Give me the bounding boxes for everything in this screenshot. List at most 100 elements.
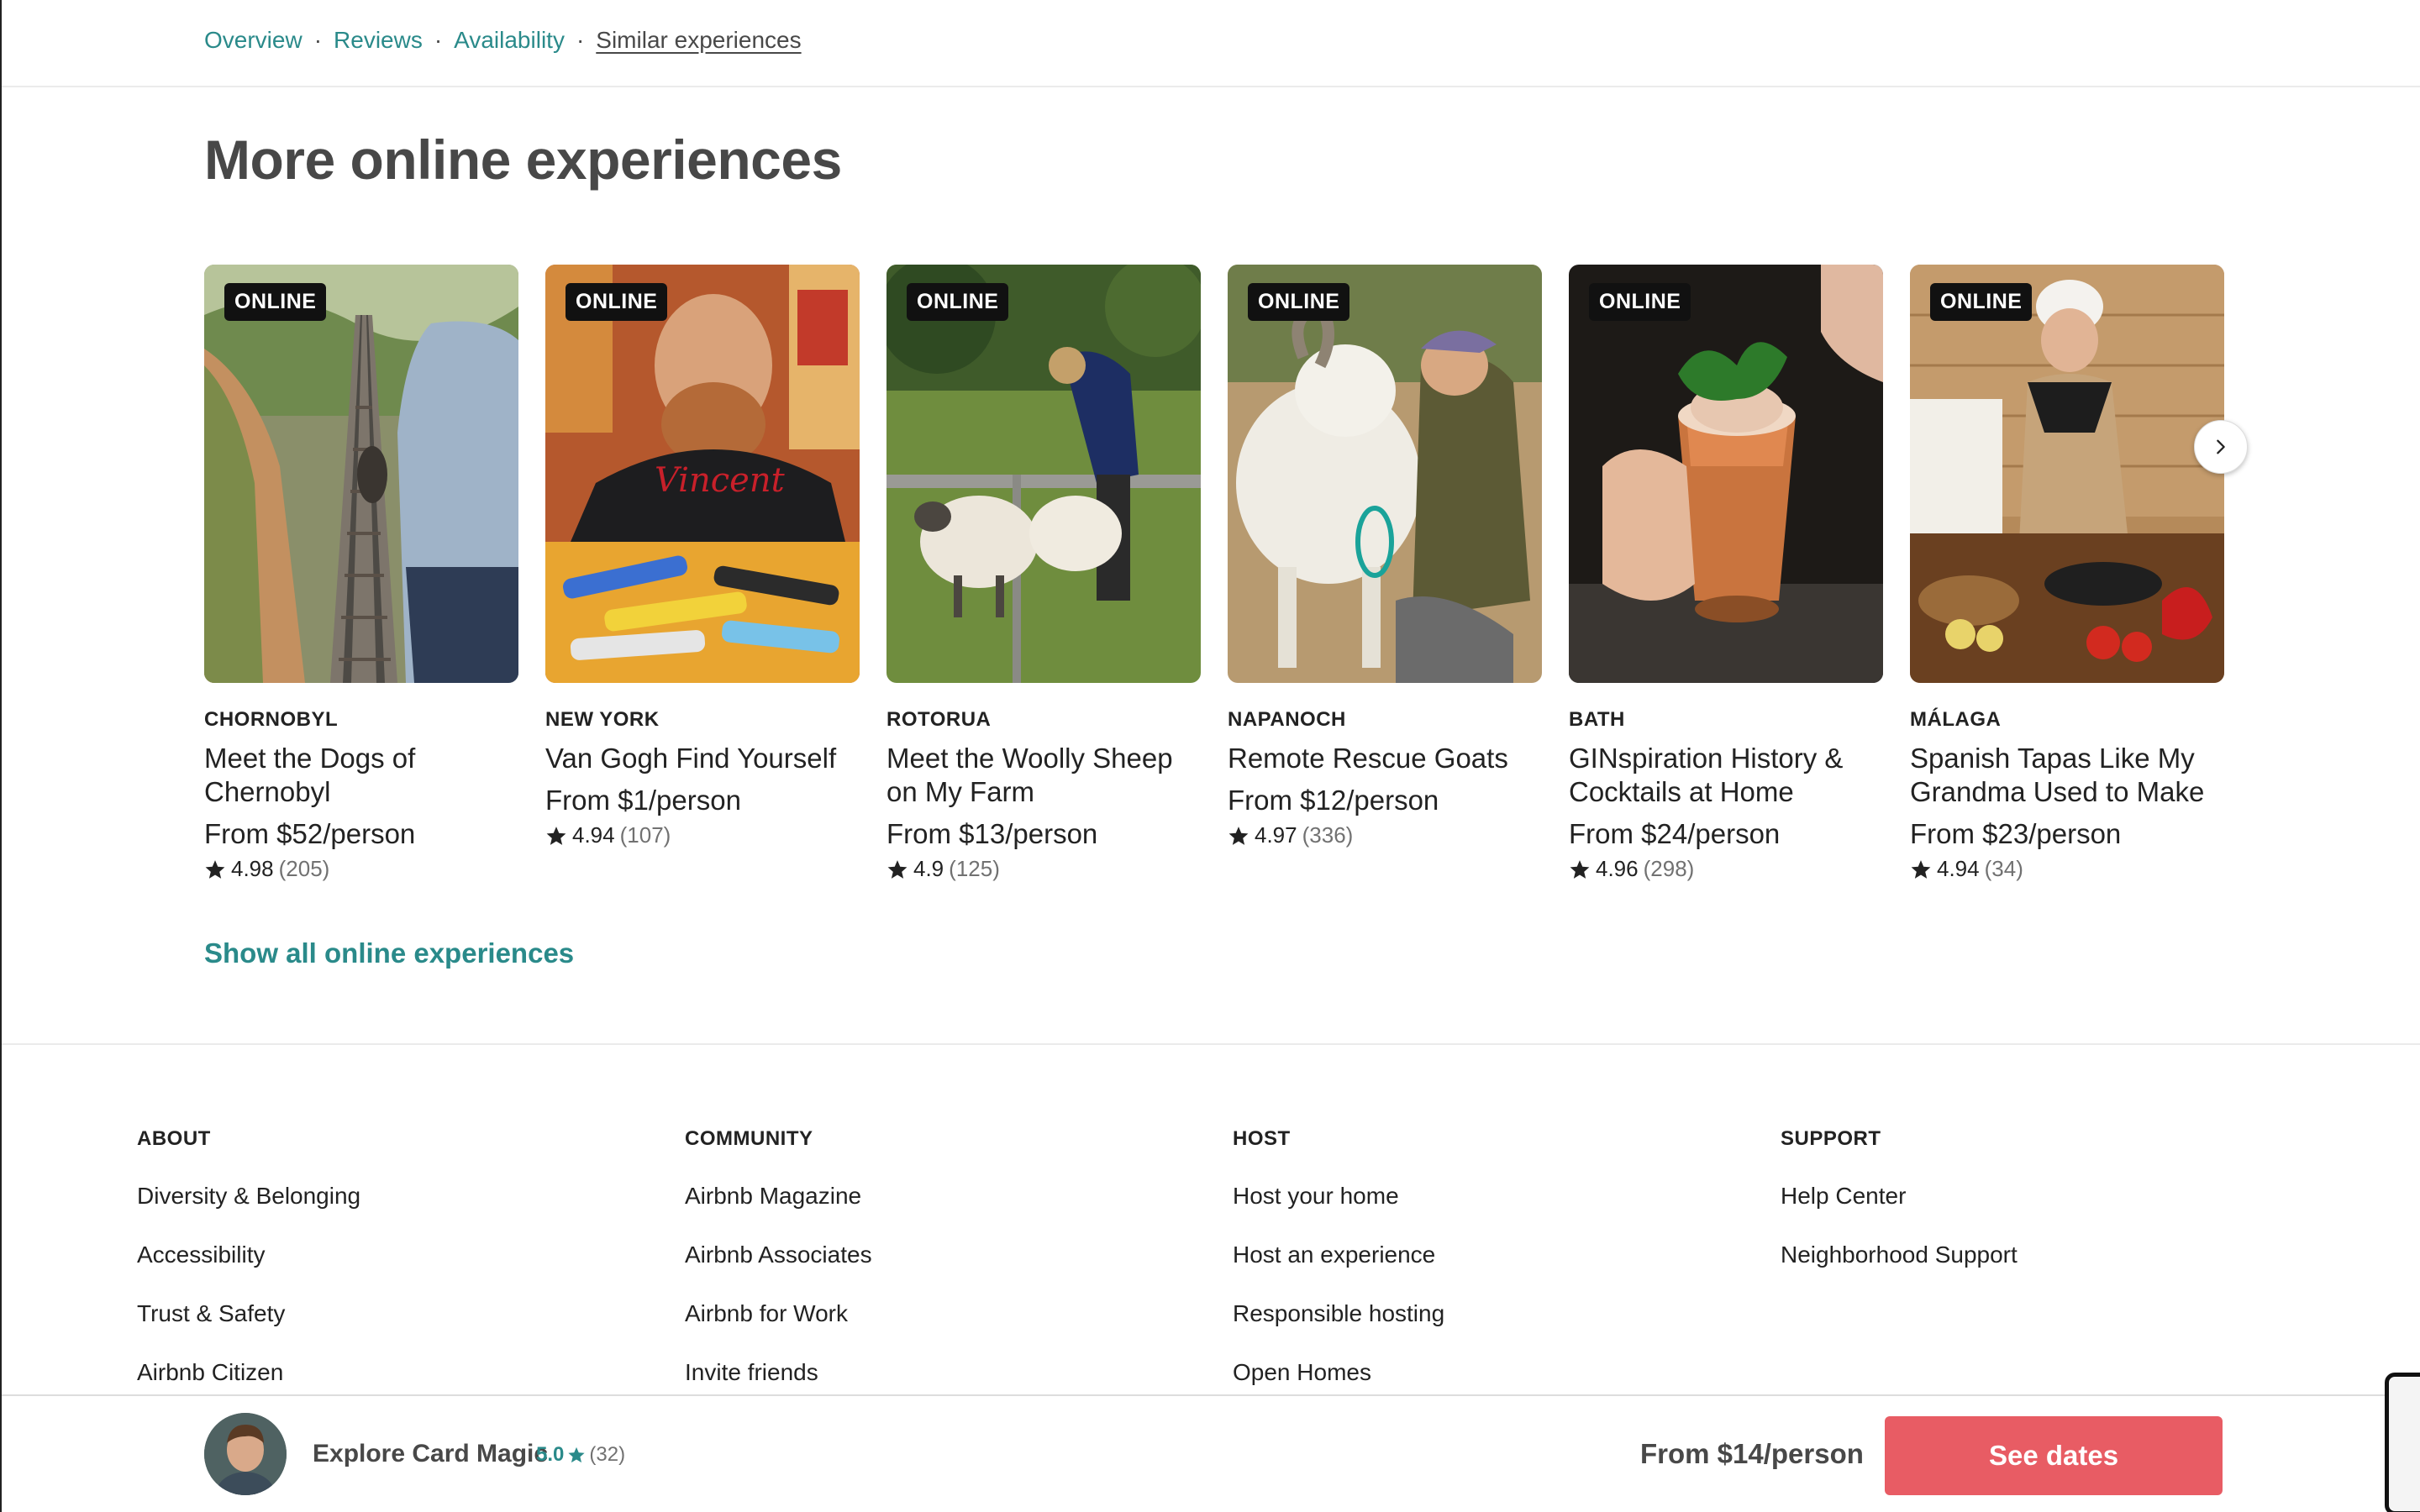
rating-score: 4.97 <box>1255 822 1297 848</box>
footer-link[interactable]: Neighborhood Support <box>1781 1242 2018 1268</box>
online-badge: ONLINE <box>907 283 1009 321</box>
card-price: From $23/person <box>1910 818 2122 849</box>
footer-link[interactable]: Help Center <box>1781 1183 2018 1210</box>
experience-photo[interactable]: Vincent ONLINE <box>545 265 860 683</box>
footer-link[interactable]: Host your home <box>1233 1183 1444 1210</box>
footer-link[interactable]: Trust & Safety <box>137 1300 360 1327</box>
subnav-separator: · <box>313 27 323 53</box>
card-price: From $24/person <box>1569 818 1781 849</box>
page: Overview · Reviews · Availability · Simi… <box>0 0 2420 1512</box>
card-title[interactable]: Remote Rescue Goats <box>1228 742 1542 775</box>
experience-title: Explore Card Magic <box>313 1440 549 1467</box>
card-title[interactable]: Meet the Woolly Sheep on My Farm <box>886 742 1201 809</box>
footer-heading: ABOUT <box>137 1127 211 1150</box>
subnav-links: Overview · Reviews · Availability · Simi… <box>204 27 802 54</box>
star-icon <box>887 859 908 879</box>
subnav-overview-link[interactable]: Overview <box>204 27 302 54</box>
card-price: From $52/person <box>204 818 416 849</box>
review-count: (205) <box>278 856 330 881</box>
review-count: (107) <box>619 822 671 848</box>
review-count: (298) <box>1643 856 1695 881</box>
card-title[interactable]: Meet the Dogs of Chernobyl <box>204 742 518 809</box>
star-icon <box>1911 859 1931 879</box>
card-title[interactable]: Van Gogh Find Yourself <box>545 742 860 775</box>
footer-link[interactable]: Airbnb Associates <box>685 1242 872 1268</box>
footer-heading: HOST <box>1233 1127 1291 1150</box>
experience-carousel: ONLINE CHORNOBYL Meet the Dogs of Cherno… <box>204 265 2238 903</box>
footer-column-community: COMMUNITY Airbnb Magazine Airbnb Associa… <box>685 1127 872 1386</box>
online-badge: ONLINE <box>566 283 668 321</box>
experience-card[interactable]: ONLINE NAPANOCH Remote Rescue Goats From… <box>1228 265 1542 848</box>
footer-link[interactable]: Airbnb Magazine <box>685 1183 872 1210</box>
card-location: MÁLAGA <box>1910 708 2002 731</box>
carousel-next-button[interactable] <box>2194 420 2248 474</box>
footer-heading: COMMUNITY <box>685 1127 813 1150</box>
section-subnav: Overview · Reviews · Availability · Simi… <box>2 0 2420 87</box>
footer-link[interactable]: Open Homes <box>1233 1359 1444 1386</box>
show-all-online-experiences-link[interactable]: Show all online experiences <box>204 937 574 969</box>
card-rating: 4.98 (205) <box>204 856 518 882</box>
experience-card[interactable]: ONLINE BATH GINspiration History & Cockt… <box>1569 265 1883 882</box>
card-location: NEW YORK <box>545 708 660 731</box>
subnav-reviews-link[interactable]: Reviews <box>334 27 423 54</box>
star-icon <box>1570 859 1590 879</box>
online-badge: ONLINE <box>1248 283 1350 321</box>
experience-rating: 5.0 (32) <box>536 1443 625 1467</box>
edge-device-frame <box>2385 1373 2420 1512</box>
experience-card[interactable]: ONLINE ROTORUA Meet the Woolly Sheep on … <box>886 265 1201 882</box>
card-price: From $12/person <box>1228 785 1439 816</box>
experience-photo[interactable]: ONLINE <box>1569 265 1883 683</box>
svg-text:Vincent: Vincent <box>655 461 786 500</box>
star-icon <box>205 859 225 879</box>
host-portrait <box>204 1413 287 1495</box>
footer-link[interactable]: Accessibility <box>137 1242 360 1268</box>
subnav-similar-experiences-link[interactable]: Similar experiences <box>596 27 801 54</box>
card-price: From $1/person <box>545 785 741 816</box>
rating-score: 4.98 <box>231 856 274 881</box>
rating-score: 4.96 <box>1596 856 1639 881</box>
card-price: From $13/person <box>886 818 1098 849</box>
footer-link[interactable]: Airbnb Citizen <box>137 1359 360 1386</box>
chevron-right-icon <box>2217 439 2225 454</box>
star-icon <box>1228 826 1249 845</box>
footer-column-host: HOST Host your home Host an experience R… <box>1233 1127 1444 1386</box>
card-rating: 4.97 (336) <box>1228 822 1542 848</box>
subnav-separator: · <box>434 27 443 53</box>
online-badge: ONLINE <box>1930 283 2033 321</box>
rescue-goat-photo <box>1228 265 1542 683</box>
see-dates-button[interactable]: See dates <box>1885 1416 2223 1495</box>
rating-score: 5.0 <box>536 1443 565 1466</box>
footer-link[interactable]: Host an experience <box>1233 1242 1444 1268</box>
card-title[interactable]: Spanish Tapas Like My Grandma Used to Ma… <box>1910 742 2224 809</box>
rating-score: 4.9 <box>913 856 944 881</box>
experience-photo[interactable]: ONLINE <box>1228 265 1542 683</box>
footer-link[interactable]: Diversity & Belonging <box>137 1183 360 1210</box>
footer-column-about: ABOUT Diversity & Belonging Accessibilit… <box>137 1127 360 1386</box>
footer-link[interactable]: Airbnb for Work <box>685 1300 872 1327</box>
card-rating: 4.94 (34) <box>1910 856 2224 882</box>
copper-cocktail-photo <box>1569 265 1883 683</box>
footer-link[interactable]: Invite friends <box>685 1359 872 1386</box>
experience-card[interactable]: Vincent ONLINE NEW YORK Van Gogh Find Yo… <box>545 265 860 848</box>
experience-photo[interactable]: ONLINE <box>204 265 518 683</box>
review-count: (125) <box>949 856 1000 881</box>
subnav-availability-link[interactable]: Availability <box>454 27 565 54</box>
card-rating: 4.9 (125) <box>886 856 1201 882</box>
footer-link[interactable]: Responsible hosting <box>1233 1300 1444 1327</box>
experience-photo[interactable]: ONLINE <box>886 265 1201 683</box>
card-location: ROTORUA <box>886 708 992 731</box>
review-count: (32) <box>589 1443 626 1466</box>
experience-card[interactable]: ONLINE CHORNOBYL Meet the Dogs of Cherno… <box>204 265 518 882</box>
card-rating: 4.96 (298) <box>1569 856 1883 882</box>
card-location: CHORNOBYL <box>204 708 339 731</box>
card-location: NAPANOCH <box>1228 708 1346 731</box>
experience-card[interactable]: ONLINE MÁLAGA Spanish Tapas Like My Gran… <box>1910 265 2224 882</box>
host-avatar <box>204 1413 287 1495</box>
card-title[interactable]: GINspiration History & Cocktails at Home <box>1569 742 1883 809</box>
footer-heading: SUPPORT <box>1781 1127 1881 1150</box>
tapas-kitchen-photo <box>1910 265 2224 683</box>
painter-markers-photo: Vincent <box>545 265 860 683</box>
experience-photo[interactable]: ONLINE <box>1910 265 2224 683</box>
railway-dogs-photo <box>204 265 518 683</box>
card-rating: 4.94 (107) <box>545 822 860 848</box>
